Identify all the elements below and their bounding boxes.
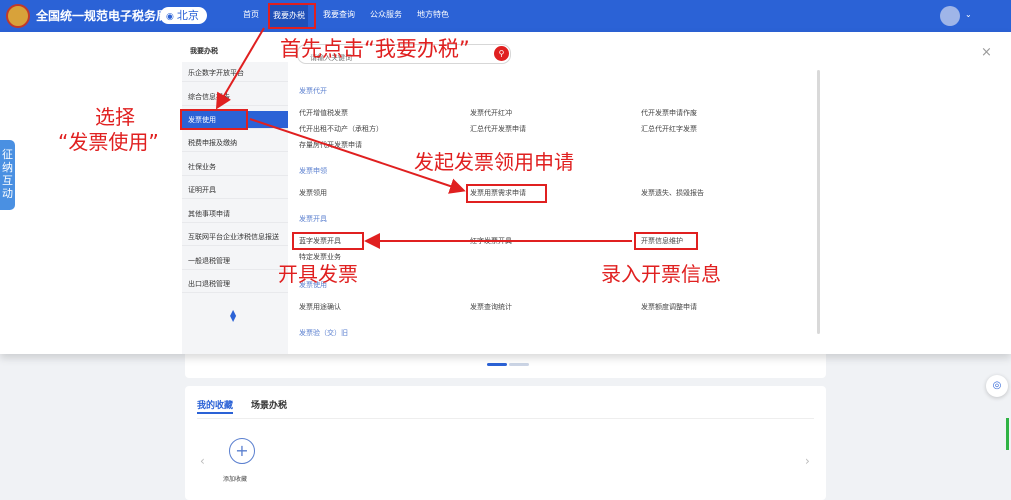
menu-item-export-refund[interactable]: 出口退税管理: [182, 275, 288, 293]
menu-item-tax-filing[interactable]: 税费申报及缴纳: [182, 134, 288, 152]
menu-item-other-requests[interactable]: 其他事项申请: [182, 205, 288, 223]
nav-home[interactable]: 首页: [243, 9, 259, 20]
carousel-dots[interactable]: [487, 363, 529, 367]
nav-query[interactable]: 我要查询: [323, 9, 355, 20]
link-summary-red[interactable]: 汇总代开红字发票: [641, 124, 697, 134]
link-invoice-purpose[interactable]: 发票用途确认: [299, 302, 341, 312]
top-navbar: 全国统一规范电子税务局 ◉ 北京 首页 我要办税 我要查询 公众服务 地方特色 ⌄: [0, 0, 1011, 32]
highlight-invoice-use: [180, 109, 248, 130]
side-tab-label: 征纳互动: [2, 148, 13, 200]
highlight-nav-tax-handling: [268, 3, 316, 29]
link-existing-house[interactable]: 存量房代开发票申请: [299, 140, 362, 150]
user-avatar[interactable]: [940, 6, 960, 26]
section-title-invoice-issue-proxy: 发票代开: [299, 87, 327, 95]
link-invoice-stats[interactable]: 发票查询统计: [470, 302, 512, 312]
link-proxy-red-invoice[interactable]: 发票代开红冲: [470, 108, 512, 118]
annotation-step-4: 开具发票: [278, 262, 358, 286]
link-proxy-vat-invoice[interactable]: 代开增值税发票: [299, 108, 348, 118]
menu-item-leqi[interactable]: 乐企数字开放平台: [182, 64, 288, 82]
feedback-tab[interactable]: [1006, 418, 1009, 450]
link-proxy-rental[interactable]: 代开出租不动产（承租方）: [299, 124, 383, 134]
add-favorite-label: 添加收藏: [223, 476, 248, 483]
chevron-down-icon[interactable]: ⌄: [965, 10, 972, 19]
annotation-step-3: 发起发票领用申请: [414, 150, 574, 174]
search-icon[interactable]: ⚲: [494, 46, 509, 61]
menu-title: 我要办税: [190, 47, 218, 55]
assistant-icon[interactable]: ◎: [986, 375, 1008, 397]
scroll-arrows-icon[interactable]: ▲ ▼: [230, 309, 236, 323]
link-red-invoice[interactable]: 红字发票开具: [470, 236, 512, 246]
add-favorite-button[interactable]: +: [229, 438, 255, 464]
nav-public-service[interactable]: 公众服务: [370, 9, 402, 20]
highlight-invoice-demand: [466, 184, 547, 203]
annotation-step-5: 录入开票信息: [601, 262, 721, 286]
section-title-invoice-verify: 发票验（交）旧: [299, 329, 348, 337]
favorites-card: 我的收藏 场景办税 ‹ › + 添加收藏: [185, 386, 826, 500]
chevron-left-icon[interactable]: ‹: [200, 454, 205, 468]
city-label: 北京: [176, 9, 199, 22]
link-quota-adjust[interactable]: 发票额度调整申请: [641, 302, 697, 312]
close-icon[interactable]: ×: [981, 45, 992, 60]
menu-item-platform-report[interactable]: 互联网平台企业涉税信息报送: [182, 228, 288, 246]
link-summary-proxy[interactable]: 汇总代开发票申请: [470, 124, 526, 134]
divider: [197, 418, 814, 419]
annotation-step-2b: “发票使用”: [58, 130, 159, 154]
site-title[interactable]: 全国统一规范电子税务局: [36, 7, 168, 24]
interaction-side-tab[interactable]: 征纳互动: [0, 140, 15, 210]
link-invoice-loss-report[interactable]: 发票遗失、损毁报告: [641, 188, 704, 198]
section-title-invoice-apply: 发票申领: [299, 167, 327, 175]
highlight-info-maintain: [634, 232, 698, 250]
tab-scenario-tax[interactable]: 场景办税: [251, 398, 287, 411]
highlight-blue-invoice: [292, 232, 364, 250]
location-pin-icon: ◉: [166, 12, 174, 22]
city-selector[interactable]: ◉ 北京: [160, 7, 207, 24]
active-tab-underline: [197, 412, 233, 414]
annotation-step-1: 首先点击“我要办税”: [280, 37, 470, 61]
menu-item-general-refund[interactable]: 一般退税管理: [182, 252, 288, 270]
tax-emblem-icon: [6, 4, 30, 28]
carousel-dot[interactable]: [509, 363, 529, 366]
scrollbar[interactable]: [817, 70, 820, 334]
carousel-dot-active[interactable]: [487, 363, 507, 366]
link-invoice-receive[interactable]: 发票领用: [299, 188, 327, 198]
menu-item-certificate[interactable]: 证明开具: [182, 181, 288, 199]
tab-my-favorites[interactable]: 我的收藏: [197, 398, 233, 411]
link-proxy-void[interactable]: 代开发票申请作废: [641, 108, 697, 118]
nav-local-features[interactable]: 地方特色: [417, 9, 449, 20]
chevron-right-icon[interactable]: ›: [805, 454, 810, 468]
section-title-invoice-issue: 发票开具: [299, 215, 327, 223]
menu-item-info-report[interactable]: 综合信息报告: [182, 88, 288, 106]
menu-item-social-insurance[interactable]: 社保业务: [182, 158, 288, 176]
